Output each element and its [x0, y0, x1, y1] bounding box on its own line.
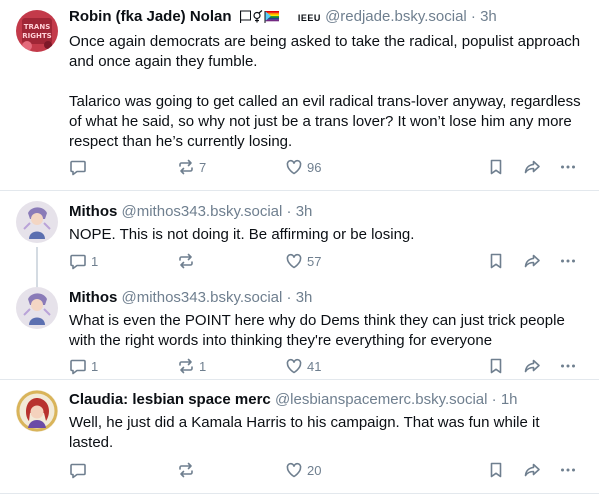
share-button[interactable]	[523, 356, 541, 376]
post-paragraph: NOPE. This is not doing it. Be affirming…	[69, 226, 415, 243]
post-text: NOPE. This is not doing it. Be affirming…	[69, 225, 583, 245]
bookmark-button[interactable]	[487, 157, 505, 177]
repost-icon	[177, 252, 195, 270]
author-handle[interactable]: @redjade.bsky.social	[325, 8, 467, 25]
more-icon	[559, 252, 577, 270]
like-button[interactable]: 41	[285, 356, 321, 376]
like-count: 41	[307, 358, 322, 374]
more-options-button[interactable]	[559, 157, 577, 177]
bookmark-button[interactable]	[487, 460, 505, 480]
like-button[interactable]: 57	[285, 251, 321, 271]
more-options-button[interactable]	[559, 251, 577, 271]
author-name[interactable]: Mithos	[69, 203, 117, 220]
more-icon	[559, 461, 577, 479]
avatar[interactable]	[16, 201, 58, 243]
more-icon	[559, 158, 577, 176]
author-handle[interactable]: @mithos343.bsky.social	[122, 203, 283, 220]
like-count: 20	[307, 462, 322, 478]
reply-icon	[69, 357, 87, 375]
repost-icon	[177, 158, 195, 176]
share-icon	[523, 357, 541, 375]
repost-icon	[177, 357, 195, 375]
avatar[interactable]	[16, 287, 58, 329]
repost-button[interactable]	[177, 460, 199, 480]
separator-dot: ·	[491, 391, 497, 408]
author-handle[interactable]: @lesbianspacemerc.bsky.social	[275, 391, 488, 408]
more-icon	[559, 357, 577, 375]
more-options-button[interactable]	[559, 460, 577, 480]
reply-icon	[69, 252, 87, 270]
share-icon	[523, 158, 541, 176]
bookmark-icon	[487, 158, 505, 176]
post[interactable]: TRANS RIGHTS Robin (fka Jade) Nolan IEEU…	[0, 0, 599, 190]
share-icon	[523, 461, 541, 479]
reply-icon	[69, 461, 87, 479]
author-name[interactable]: Robin (fka Jade) Nolan	[69, 8, 232, 25]
post[interactable]: Mithos @mithos343.bsky.social · 3h NOPE.…	[0, 191, 599, 293]
reply-button[interactable]	[69, 460, 91, 480]
reply-count: 1	[91, 358, 99, 374]
reply-button[interactable]: 1	[69, 251, 98, 271]
separator-dot: ·	[470, 8, 476, 25]
share-button[interactable]	[523, 251, 541, 271]
post-feed: TRANS RIGHTS Robin (fka Jade) Nolan IEEU…	[0, 0, 599, 495]
post-text: Once again democrats are being asked to …	[69, 32, 583, 152]
post-text: Well, he just did a Kamala Harris to his…	[69, 413, 583, 453]
share-icon	[523, 252, 541, 270]
post-paragraph: Well, he just did a Kamala Harris to his…	[69, 414, 540, 451]
svg-text:TRANS: TRANS	[24, 23, 50, 31]
like-count: 96	[307, 159, 322, 175]
bookmark-icon	[487, 461, 505, 479]
bookmark-button[interactable]	[487, 251, 505, 271]
like-button[interactable]: 96	[285, 157, 321, 177]
author-name[interactable]: Claudia: lesbian space merc	[69, 391, 271, 408]
repost-button[interactable]: 7	[177, 157, 206, 177]
separator-dot: ·	[286, 203, 292, 220]
svg-text:RIGHTS: RIGHTS	[22, 32, 51, 40]
post[interactable]: Claudia: lesbian space merc @lesbianspac…	[0, 380, 599, 495]
divider	[0, 493, 599, 494]
like-icon	[285, 357, 303, 375]
like-icon	[285, 158, 303, 176]
post-time[interactable]: 3h	[296, 289, 313, 306]
reply-button[interactable]: 1	[69, 356, 98, 376]
author-handle[interactable]: @mithos343.bsky.social	[122, 289, 283, 306]
like-count: 57	[307, 253, 322, 269]
repost-count: 1	[199, 358, 207, 374]
like-icon	[285, 252, 303, 270]
post-paragraph: What is even the POINT here why do Dems …	[69, 312, 565, 349]
share-button[interactable]	[523, 460, 541, 480]
like-button[interactable]: 20	[285, 460, 321, 480]
badge-text: IEEU	[297, 13, 321, 23]
repost-icon	[177, 461, 195, 479]
post-text: What is even the POINT here why do Dems …	[69, 311, 583, 351]
like-icon	[285, 461, 303, 479]
separator-dot: ·	[286, 289, 292, 306]
post-time[interactable]: 1h	[501, 391, 518, 408]
repost-button[interactable]	[177, 251, 199, 271]
flag-badges	[239, 9, 294, 29]
share-button[interactable]	[523, 157, 541, 177]
post-paragraph: Talarico was going to get called an evil…	[69, 93, 581, 150]
bookmark-icon	[487, 357, 505, 375]
author-name[interactable]: Mithos	[69, 289, 117, 306]
bookmark-icon	[487, 252, 505, 270]
reply-count: 1	[91, 253, 99, 269]
avatar[interactable]: TRANS RIGHTS	[16, 10, 58, 52]
more-options-button[interactable]	[559, 356, 577, 376]
reply-button[interactable]	[69, 157, 91, 177]
post-time[interactable]: 3h	[296, 203, 313, 220]
avatar[interactable]	[16, 390, 58, 432]
post[interactable]: Mithos @mithos343.bsky.social · 3h What …	[0, 281, 599, 379]
post-paragraph: Once again democrats are being asked to …	[69, 33, 581, 70]
reply-icon	[69, 158, 87, 176]
post-time[interactable]: 3h	[480, 8, 497, 25]
repost-count: 7	[199, 159, 207, 175]
bookmark-button[interactable]	[487, 356, 505, 376]
repost-button[interactable]: 1	[177, 356, 206, 376]
